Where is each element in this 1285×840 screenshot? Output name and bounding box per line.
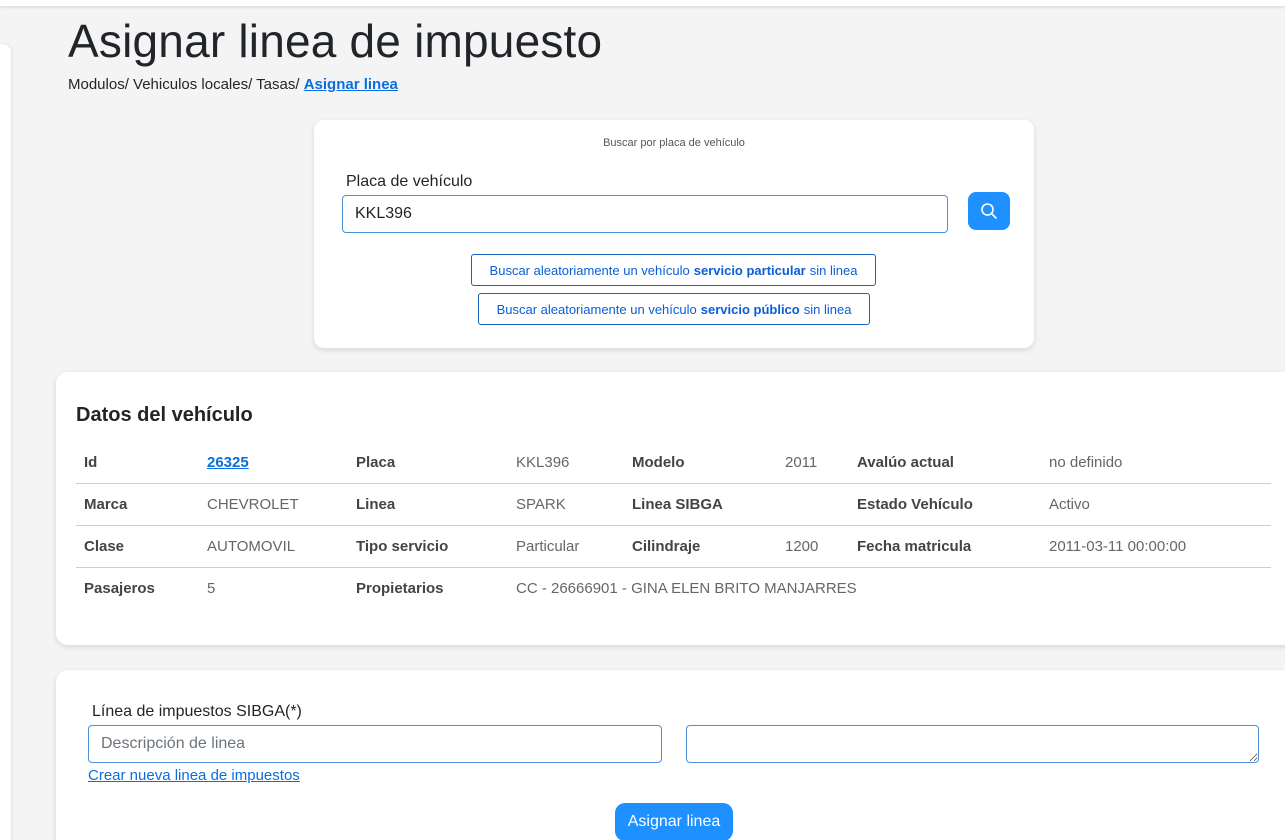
vehicle-title: Datos del vehículo [76, 404, 253, 426]
vehicle-field-value: 5 [207, 580, 216, 597]
assign-card: Línea de impuestos SIBGA(*) Crear nueva … [56, 670, 1285, 840]
top-bar [0, 0, 1285, 6]
random-particular-button[interactable]: Buscar aleatoriamente un vehículo servici… [471, 254, 876, 286]
vehicle-id-link[interactable]: 26325 [207, 454, 249, 471]
plate-input[interactable] [342, 195, 948, 233]
vehicle-field-label: Pasajeros [84, 580, 155, 597]
tax-line-label: Línea de impuestos SIBGA(*) [92, 703, 302, 720]
vehicle-card: Datos del vehículo Id 26325 Placa KKL396… [56, 372, 1285, 645]
vehicle-field-label: Clase [84, 538, 125, 555]
random-publico-button[interactable]: Buscar aleatoriamente un vehículo servici… [478, 293, 870, 325]
vehicle-field-value: Activo [1049, 496, 1090, 513]
vehicle-field-label: Id [84, 454, 98, 471]
vehicle-field-value: CHEVROLET [207, 496, 299, 513]
random-publico-prefix: Buscar aleatoriamente un vehículo [496, 301, 697, 317]
breadcrumb-path: Modulos/ Vehiculos locales/ Tasas/ [68, 76, 304, 93]
vehicle-owners-value: CC - 26666901 - GINA ELEN BRITO MANJARRE… [516, 580, 857, 597]
vehicle-field-value: KKL396 [516, 454, 570, 471]
vehicle-field-value: Particular [516, 538, 580, 555]
vehicle-row: Marca CHEVROLET Linea SPARK Linea SIBGA … [76, 484, 1271, 526]
line-detail-textarea[interactable] [686, 725, 1259, 763]
vehicle-field-value: 2011 [785, 454, 818, 471]
vehicle-field-label: Cilindraje [632, 538, 701, 555]
vehicle-row: Clase AUTOMOVIL Tipo servicio Particular… [76, 526, 1271, 568]
random-particular-bold: servicio particular [693, 262, 806, 278]
vehicle-row: Pasajeros 5 Propietarios CC - 26666901 -… [76, 568, 1271, 610]
assign-line-button[interactable]: Asignar linea [615, 803, 733, 840]
create-tax-line-link[interactable]: Crear nueva linea de impuestos [88, 767, 300, 784]
search-caption: Buscar por placa de vehículo [603, 137, 745, 149]
vehicle-field-label: Fecha matricula [857, 538, 972, 555]
page-title: Asignar linea de impuesto [68, 15, 603, 67]
vehicle-field-label: Marca [84, 496, 128, 513]
random-publico-bold: servicio público [700, 301, 800, 317]
vehicle-field-label: Estado Vehículo [857, 496, 973, 513]
vehicle-field-label: Avalúo actual [857, 454, 954, 471]
random-particular-prefix: Buscar aleatoriamente un vehículo [489, 262, 690, 278]
vehicle-table: Id 26325 Placa KKL396 Modelo 2011 Avalúo… [76, 442, 1271, 610]
vehicle-field-value: 2011-03-11 00:00:00 [1049, 538, 1187, 555]
vehicle-field-label: Tipo servicio [356, 538, 449, 555]
search-button[interactable] [968, 192, 1010, 230]
vehicle-field-value: SPARK [516, 496, 566, 513]
random-publico-suffix: sin linea [803, 301, 852, 317]
line-description-input[interactable] [88, 725, 662, 763]
search-icon [981, 203, 997, 219]
vehicle-field-label: Linea [356, 496, 396, 513]
random-particular-suffix: sin linea [809, 262, 858, 278]
vehicle-field-label: Propietarios [356, 580, 444, 597]
vehicle-field-label: Linea SIBGA [632, 496, 723, 513]
breadcrumb: Modulos/ Vehiculos locales/ Tasas/ Asign… [68, 76, 398, 93]
vehicle-field-value: 26325 [207, 442, 249, 484]
vehicle-field-value: AUTOMOVIL [207, 538, 296, 555]
side-panel [0, 44, 11, 840]
vehicle-field-label: Placa [356, 454, 396, 471]
breadcrumb-current-link[interactable]: Asignar linea [304, 76, 398, 93]
plate-label: Placa de vehículo [346, 173, 473, 190]
vehicle-field-value: no definido [1049, 454, 1123, 471]
vehicle-field-label: Modelo [632, 454, 685, 471]
search-card: Buscar por placa de vehículo Placa de ve… [314, 120, 1034, 348]
vehicle-field-value: 1200 [785, 538, 819, 555]
vehicle-row: Id 26325 Placa KKL396 Modelo 2011 Avalúo… [76, 442, 1271, 484]
